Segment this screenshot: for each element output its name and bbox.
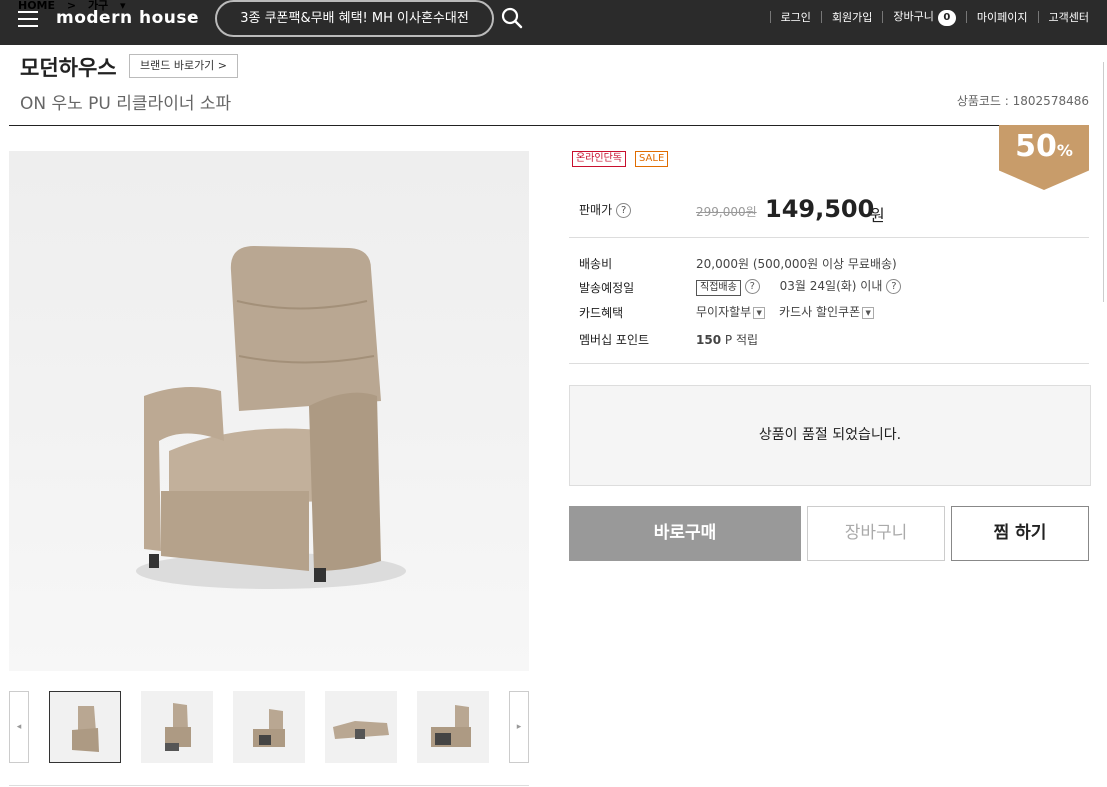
chevron-down-icon[interactable]: ⌄ [188,8,199,23]
price-label: 판매가 [579,203,613,217]
installment-option[interactable]: 무이자할부 [696,305,751,319]
help-icon[interactable]: ? [744,279,760,294]
sale-badge: SALE [635,151,669,167]
sale-price: 149,500 [765,195,875,223]
top-navigation-bar: HOME > 가구 ▾ modern house ⌄ 3종 쿠폰팩&무배 혜택!… [0,0,1107,45]
add-to-cart-button[interactable]: 장바구니 [807,506,945,561]
product-code: 상품코드 : 1802578486 [956,94,1089,108]
side-scrollbar[interactable] [1103,62,1107,302]
dispatch-date: 03월 24일(화) 이내 [779,279,883,293]
points-unit: P 적립 [724,333,759,347]
shipping-label: 배송비 [579,257,613,271]
price-divider [569,237,1089,238]
card-benefit-row: 무이자할부 ▼ 카드사 할인쿠폰 ▼ [696,303,875,320]
mypage-link[interactable]: 마이페이지 [977,9,1028,25]
price-unit: 원 [870,206,885,225]
wishlist-button[interactable]: 찜 하기 [951,506,1089,561]
price-label-row: 판매가? [579,201,632,218]
discount-badge: 50% [999,125,1089,190]
product-main-image[interactable] [9,151,529,671]
original-price: 299,000원 [696,205,757,219]
support-link[interactable]: 고객센터 [1049,9,1089,25]
help-icon[interactable]: ? [616,203,632,218]
online-exclusive-badge: 온라인단독 [572,151,626,167]
title-divider [9,125,1089,126]
thumbnail-prev-button[interactable]: ◂ [9,691,29,763]
thumbnail-5[interactable] [417,691,489,763]
thumbnail-1[interactable] [49,691,121,763]
brand-name[interactable]: 모던하우스 [20,52,117,82]
brand-shortcut-button[interactable]: 브랜드 바로가기 > [129,54,238,78]
logo[interactable]: modern house [56,8,199,28]
direct-delivery-tag: 직접배송 [696,280,741,296]
utility-menu: 로그인 회원가입 장바구니 0 마이페이지 고객센터 [760,8,1089,26]
login-link[interactable]: 로그인 [781,9,811,25]
buy-now-button[interactable]: 바로구매 [569,506,801,561]
shipping-value: 20,000원 (500,000원 이상 무료배송) [696,257,897,271]
card-benefit-label: 카드혜택 [579,306,624,320]
promo-banner-button[interactable]: 3종 쿠폰팩&무배 혜택! MH 이사혼수대전 [215,0,494,37]
product-title: ON 우노 PU 리클라이너 소파 [20,94,232,114]
dispatch-row: 직접배송? 03월 24일(화) 이내? [696,277,902,296]
search-icon[interactable] [500,6,524,30]
info-divider [569,363,1089,364]
menu-icon[interactable] [18,11,38,27]
soldout-notice: 상품이 품절 되었습니다. [569,385,1091,486]
points-value: 150 [696,333,722,347]
thumbnail-4[interactable] [325,691,397,763]
join-link[interactable]: 회원가입 [832,9,872,25]
cart-count-badge: 0 [937,10,956,26]
gallery-divider [9,785,529,786]
thumbnail-2[interactable] [141,691,213,763]
points-label: 멤버십 포인트 [579,333,650,347]
discount-unit: % [1056,141,1073,160]
thumbnail-3[interactable] [233,691,305,763]
recliner-image [136,246,406,589]
cart-link[interactable]: 장바구니 0 [893,8,956,26]
help-icon[interactable]: ? [886,279,902,294]
card-coupon-option[interactable]: 카드사 할인쿠폰 [779,305,860,319]
chevron-down-icon[interactable]: ▼ [862,306,875,319]
discount-value: 50 [1015,129,1057,164]
cart-label: 장바구니 [893,10,934,23]
points-row: 150 P 적립 [696,331,758,348]
chevron-down-icon[interactable]: ▼ [753,306,766,319]
thumbnail-next-button[interactable]: ▸ [509,691,529,763]
dispatch-label: 발송예정일 [579,281,635,295]
